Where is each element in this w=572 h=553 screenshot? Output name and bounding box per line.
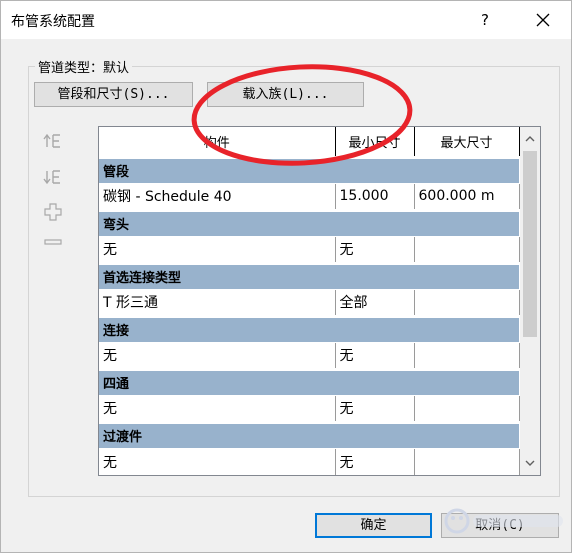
max-size-cell[interactable] <box>413 394 520 423</box>
group-header-row: 弯头 <box>99 208 519 237</box>
max-size-cell[interactable]: 600.000 m <box>413 182 520 211</box>
column-header-max-size[interactable]: 最大尺寸 <box>413 127 520 158</box>
group-header-row: 四通 <box>99 367 519 396</box>
scroll-thumb[interactable] <box>523 151 537 337</box>
add-row-icon[interactable] <box>43 201 63 221</box>
group-header-label: 四通 <box>99 367 519 396</box>
title-bar: 布管系统配置 ? <box>1 1 571 39</box>
close-button[interactable] <box>531 7 555 33</box>
move-up-icon[interactable] <box>43 131 63 151</box>
min-size-cell[interactable]: 无 <box>334 447 415 475</box>
max-size-cell[interactable] <box>413 341 520 370</box>
remove-row-icon[interactable] <box>43 235 63 255</box>
min-size-cell[interactable]: 无 <box>334 341 415 370</box>
max-size-cell[interactable] <box>413 235 520 264</box>
help-button[interactable]: ? <box>473 7 497 33</box>
chevron-up-icon <box>525 136 535 142</box>
group-header-row: 连接 <box>99 314 519 343</box>
group-header-row: 首选连接类型 <box>99 261 519 290</box>
group-header-label: 弯头 <box>99 208 519 237</box>
group-header-label: 管段 <box>99 155 519 184</box>
part-cell[interactable]: T 形三通 <box>99 288 336 317</box>
vertical-scrollbar[interactable] <box>520 127 540 475</box>
part-cell[interactable]: 碳钢 - Schedule 40 <box>99 182 336 211</box>
load-family-button[interactable]: 载入族(L)... <box>207 82 364 107</box>
window-title: 布管系统配置 <box>11 14 95 30</box>
table-header-row: 构件 最小尺寸 最大尺寸 <box>99 127 520 158</box>
part-cell[interactable]: 无 <box>99 447 336 475</box>
move-down-icon[interactable] <box>43 167 63 187</box>
table-row[interactable]: 无 无 <box>99 394 520 423</box>
ok-button[interactable]: 确定 <box>315 513 432 538</box>
part-cell[interactable]: 无 <box>99 341 336 370</box>
max-size-cell[interactable] <box>413 447 520 475</box>
part-cell[interactable]: 无 <box>99 394 336 423</box>
pipe-type-label: 管道类型：默认 <box>35 57 133 76</box>
part-cell[interactable]: 无 <box>99 235 336 264</box>
table-row[interactable]: 无 无 <box>99 341 520 370</box>
table-row[interactable]: 碳钢 - Schedule 40 15.000 600.000 m <box>99 182 520 211</box>
min-size-cell[interactable]: 无 <box>334 394 415 423</box>
routing-preferences-grid: 构件 最小尺寸 最大尺寸 管段 碳钢 - Schedule 40 15.000 … <box>98 126 541 476</box>
column-header-part[interactable]: 构件 <box>99 127 336 158</box>
scroll-down-button[interactable] <box>520 453 540 473</box>
chevron-down-icon <box>525 460 535 466</box>
group-header-row: 过渡件 <box>99 420 519 449</box>
pipe-routing-config-dialog: 布管系统配置 ? 管道类型：默认 管段和尺寸(S)... 载入族(L)... 构… <box>0 0 572 553</box>
table-row[interactable]: 无 无 <box>99 447 520 475</box>
table-row[interactable]: T 形三通 全部 <box>99 288 520 317</box>
group-header-label: 连接 <box>99 314 519 343</box>
min-size-cell[interactable]: 15.000 <box>334 182 415 211</box>
min-size-cell[interactable]: 无 <box>334 235 415 264</box>
scroll-up-button[interactable] <box>520 129 540 149</box>
cancel-button[interactable]: 取消(C) <box>441 513 559 538</box>
close-icon <box>536 13 550 27</box>
segments-sizes-button[interactable]: 管段和尺寸(S)... <box>34 82 193 107</box>
group-header-label: 过渡件 <box>99 420 519 449</box>
max-size-cell[interactable] <box>413 288 520 317</box>
group-header-label: 首选连接类型 <box>99 261 519 290</box>
table-row[interactable]: 无 无 <box>99 235 520 264</box>
routing-preferences-table: 构件 最小尺寸 最大尺寸 管段 碳钢 - Schedule 40 15.000 … <box>99 127 520 475</box>
group-header-row: 管段 <box>99 155 519 184</box>
min-size-cell[interactable]: 全部 <box>334 288 415 317</box>
column-header-min-size[interactable]: 最小尺寸 <box>334 127 415 158</box>
